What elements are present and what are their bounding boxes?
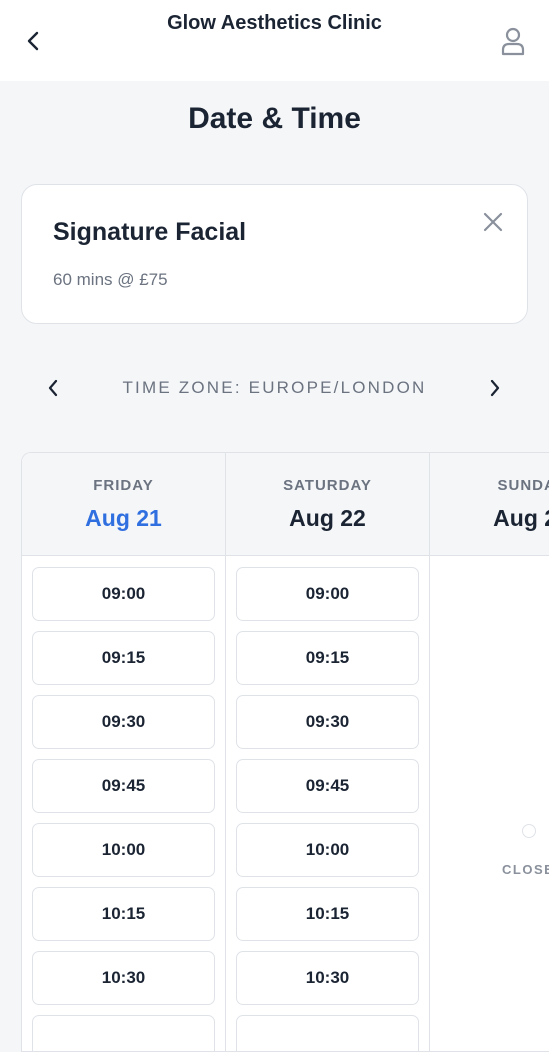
time-slot[interactable]: 09:30 [236,695,419,749]
time-slot[interactable]: 09:00 [32,567,215,621]
day-date: Aug 22 [289,505,366,531]
account-button[interactable] [496,24,530,58]
day-header[interactable]: SATURDAY Aug 22 [226,453,429,556]
day-header[interactable]: FRIDAY Aug 21 [22,453,225,556]
weekday-label: FRIDAY [93,477,154,494]
time-slot[interactable]: 10:30 [236,951,419,1005]
weekday-label: SATURDAY [283,477,372,494]
page-title: Date & Time [188,102,361,135]
time-slot[interactable]: 09:15 [236,631,419,685]
day-header[interactable]: SUNDAY Aug 23 [430,453,549,556]
weekday-label: SUNDAY [497,477,549,494]
day-column: SATURDAY Aug 22 09:00 09:15 09:30 09:45 … [226,453,430,1051]
time-slot[interactable]: 10:00 [32,823,215,877]
time-slot[interactable]: 09:30 [32,695,215,749]
time-slot[interactable]: 09:45 [236,759,419,813]
time-slot[interactable]: 10:00 [236,823,419,877]
time-slot[interactable] [236,1015,419,1051]
time-slot[interactable]: 10:15 [32,887,215,941]
closed-label: CLOSED [502,862,549,877]
remove-service-button[interactable] [478,207,508,237]
close-icon [483,212,503,232]
time-slot[interactable]: 10:30 [32,951,215,1005]
service-meta: 60 mins @ £75 [53,270,168,289]
time-slot[interactable]: 09:45 [32,759,215,813]
service-name: Signature Facial [53,218,247,246]
top-bar: Glow Aesthetics Clinic [0,0,549,81]
clinic-title: Glow Aesthetics Clinic [167,12,382,34]
time-slot[interactable] [32,1015,215,1051]
next-week-button[interactable] [480,373,510,403]
day-date: Aug 23 [493,505,549,531]
time-slot[interactable]: 09:15 [32,631,215,685]
day-column: SUNDAY Aug 23 CLOSED [430,453,549,1051]
availability-calendar: FRIDAY Aug 21 09:00 09:15 09:30 09:45 10… [21,452,549,1052]
time-slot[interactable]: 10:15 [236,887,419,941]
time-slot[interactable]: 09:00 [236,567,419,621]
closed-indicator [522,824,536,838]
timezone-navigator: TIME ZONE: EUROPE/LONDON [0,368,549,408]
day-column: FRIDAY Aug 21 09:00 09:15 09:30 09:45 10… [22,453,226,1051]
user-icon [501,27,525,56]
day-date: Aug 21 [85,505,162,531]
service-card: Signature Facial 60 mins @ £75 [21,184,528,324]
timezone-label: TIME ZONE: EUROPE/LONDON [122,378,427,397]
chevron-right-icon [490,379,500,397]
